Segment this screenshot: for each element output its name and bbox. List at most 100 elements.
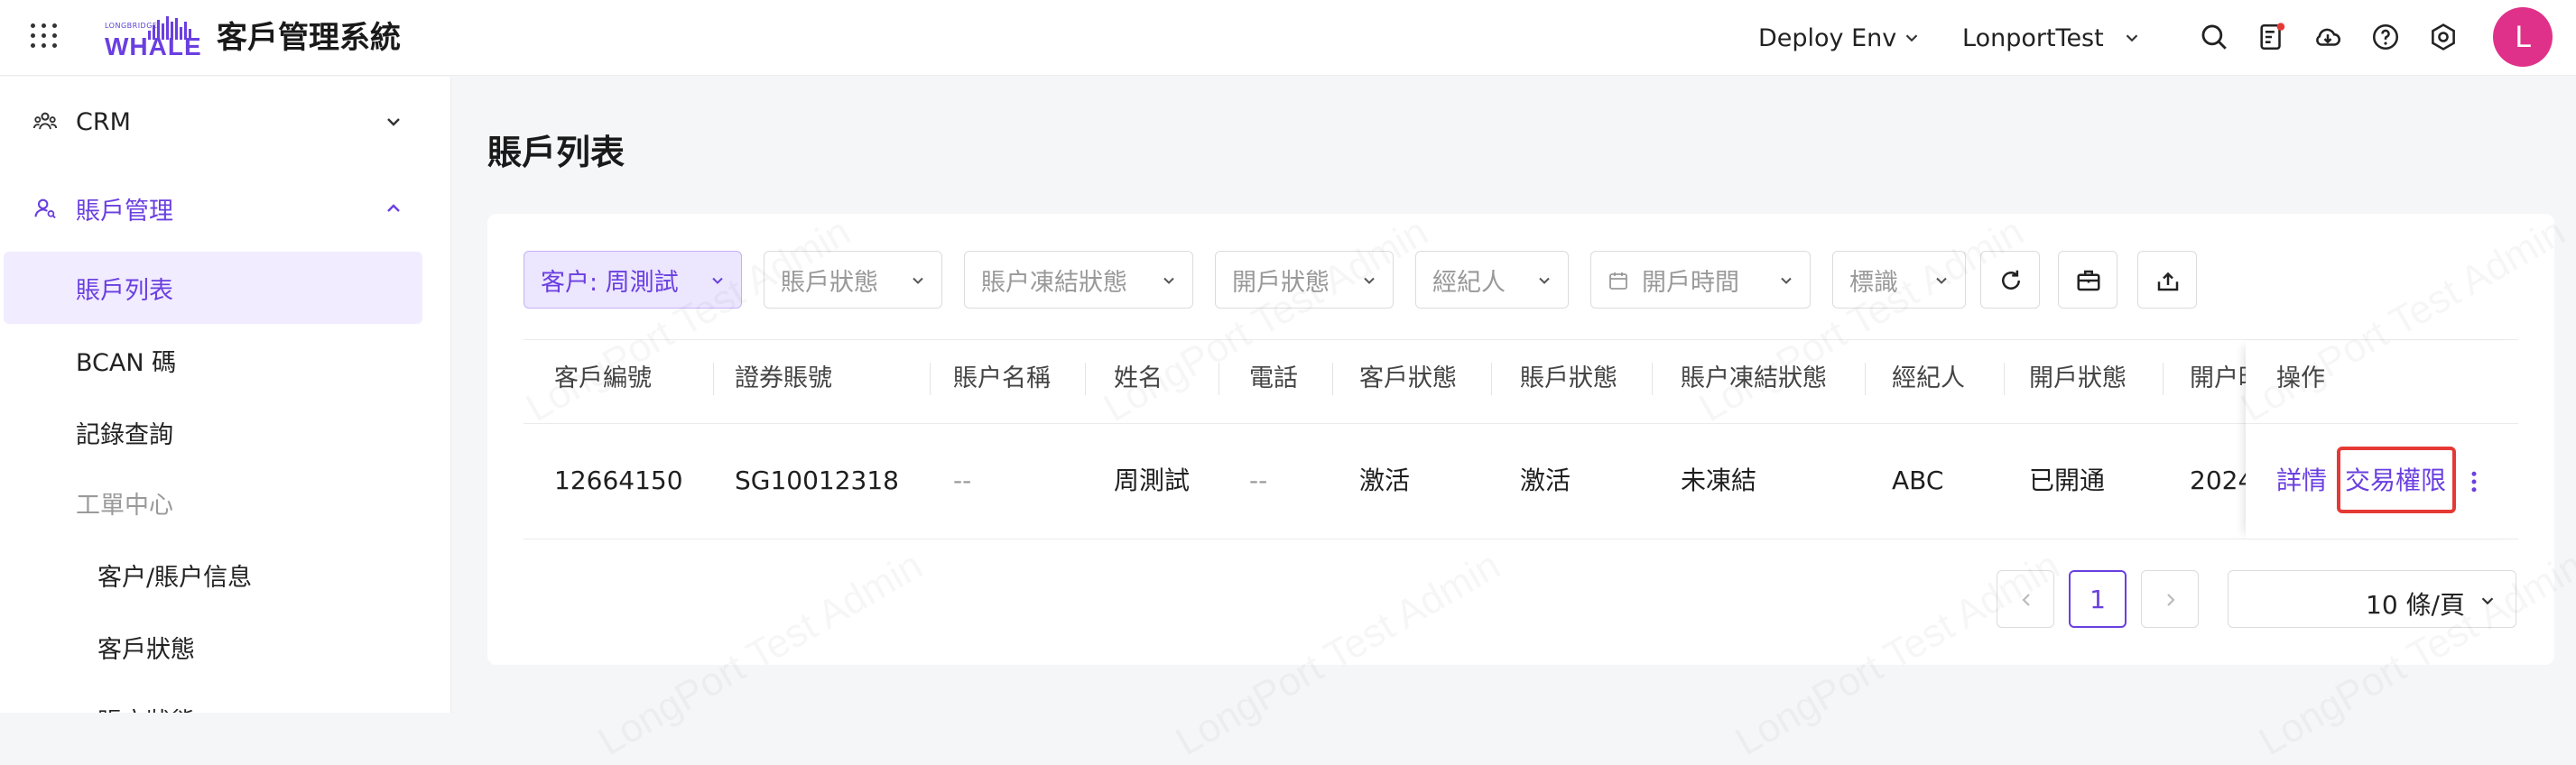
- chevron-down-icon: [913, 277, 923, 284]
- app-title: 客戶管理系統: [217, 20, 401, 56]
- sidebar-item-customer-account-info[interactable]: 客户/賬户信息: [0, 539, 424, 611]
- brand-logo[interactable]: LONGBRIDGE WHALE: [101, 13, 201, 60]
- sidebar-item-account-management[interactable]: 賬戶管理: [0, 172, 424, 244]
- column-header: 證券賬號: [735, 364, 832, 392]
- sidebar-item-ticket-center[interactable]: 工單中心: [0, 466, 424, 539]
- page-button-current[interactable]: 1: [2069, 570, 2127, 628]
- chevron-down-icon: [1163, 277, 1174, 284]
- user-search-icon: [34, 198, 56, 219]
- chevron-down-icon: [712, 277, 723, 284]
- cell-open-time: 2024: [2190, 465, 2255, 495]
- sidebar-item-label: 客戶狀態: [97, 635, 195, 664]
- export-button[interactable]: [2137, 251, 2197, 309]
- next-page-button[interactable]: [2141, 570, 2199, 628]
- sidebar-item-label: BCAN 碼: [76, 348, 177, 377]
- chevron-left-icon: [2022, 594, 2030, 606]
- chevron-down-icon: [1781, 277, 1792, 284]
- page-title: 賬戶列表: [487, 133, 625, 172]
- open-time-filter[interactable]: 開戶時間: [1590, 251, 1811, 309]
- users-icon: [32, 112, 58, 130]
- chevron-down-icon: [1539, 277, 1550, 284]
- app-grid-icon[interactable]: [27, 20, 58, 51]
- tag-filter-label: 標識: [1849, 268, 1898, 297]
- chevron-down-icon: [1364, 277, 1375, 284]
- sidebar-item-label: 賬戶列表: [76, 276, 173, 305]
- sidebar-item-customer-status[interactable]: 客戶狀態: [0, 611, 424, 683]
- open-time-filter-label: 開戶時間: [1642, 268, 1739, 297]
- column-header: 電話: [1249, 364, 1298, 392]
- column-header: 經紀人: [1892, 364, 1965, 392]
- chevron-right-icon: [2167, 594, 2175, 606]
- cell-account-name: --: [953, 465, 972, 495]
- tasks-icon[interactable]: [2256, 22, 2287, 52]
- tag-filter[interactable]: 標識: [1832, 251, 1966, 309]
- highlight-box: [2337, 447, 2456, 513]
- column-header: 客戶編號: [554, 364, 652, 392]
- customer-filter-label: 客户: 周測試: [541, 268, 679, 297]
- column-header: 賬戶狀態: [1520, 364, 1617, 392]
- cell-broker: ABC: [1892, 465, 1944, 495]
- open-status-filter[interactable]: 開戶狀態: [1215, 251, 1394, 309]
- search-icon[interactable]: [2199, 22, 2229, 52]
- prev-page-button[interactable]: [1997, 570, 2054, 628]
- chevron-up-icon: [387, 204, 400, 212]
- calendar-icon: [1609, 272, 1627, 290]
- avatar[interactable]: L: [2493, 7, 2553, 67]
- broker-filter-label: 經紀人: [1432, 268, 1506, 297]
- page-size-select[interactable]: 10 條/頁: [2228, 570, 2516, 628]
- deploy-env-dropdown[interactable]: Deploy Env: [1758, 0, 1922, 76]
- chevron-down-icon: [387, 118, 400, 126]
- sidebar-item-crm[interactable]: CRM: [0, 86, 424, 158]
- org-label: LonportTest: [1962, 23, 2104, 52]
- account-status-filter[interactable]: 賬戶狀態: [764, 251, 942, 309]
- toolbox-icon: [2077, 270, 2100, 291]
- sidebar-item-label: 賬戶管理: [76, 197, 173, 226]
- column-header: 操作: [2276, 364, 2325, 392]
- cell-customer-id: 12664150: [554, 465, 683, 495]
- freeze-status-filter[interactable]: 賬户凍結狀態: [964, 251, 1193, 309]
- cell-customer-status: 激活: [1359, 465, 1411, 495]
- customer-filter[interactable]: 客户: 周測試: [524, 251, 742, 309]
- deploy-env-label: Deploy Env: [1758, 23, 1897, 52]
- account-status-filter-label: 賬戶狀態: [781, 268, 878, 297]
- sidebar-item-account-status[interactable]: 賬户狀態: [0, 683, 424, 714]
- export-icon: [2157, 272, 2179, 291]
- cell-open-status: 已開通: [2029, 465, 2106, 495]
- column-header: 開戶狀態: [2029, 364, 2127, 392]
- freeze-status-filter-label: 賬户凍結狀態: [981, 268, 1127, 297]
- cell-account-status: 激活: [1520, 465, 1571, 495]
- cell-phone: --: [1249, 465, 1268, 495]
- page-size-label: 10 條/頁: [2366, 590, 2465, 620]
- sidebar-item-label: 記錄查詢: [76, 420, 173, 449]
- sidebar-item-record-query[interactable]: 記錄查詢: [0, 396, 424, 468]
- cell-name: 周測試: [1114, 465, 1191, 495]
- cell-securities-account: SG10012318: [735, 465, 899, 495]
- download-icon[interactable]: [2312, 22, 2343, 52]
- chevron-down-icon: [2126, 34, 2137, 42]
- column-header: 客戶狀態: [1359, 364, 1457, 392]
- sidebar: CRM 賬戶管理 賬戶列表 BCAN 碼 記錄查詢 工單中心 客户/賬户信息 客…: [0, 77, 451, 713]
- more-icon[interactable]: [2466, 468, 2482, 495]
- help-icon[interactable]: [2370, 22, 2401, 52]
- chevron-down-icon: [2481, 597, 2494, 605]
- refresh-button[interactable]: [1980, 251, 2040, 309]
- sidebar-item-bcan-code[interactable]: BCAN 碼: [0, 324, 424, 396]
- top-bar: LONGBRIDGE WHALE 客戶管理系統 Deploy Env Lonpo…: [0, 0, 2576, 76]
- column-header: 賬户凍結狀態: [1681, 364, 1827, 392]
- column-header: 姓名: [1114, 364, 1163, 392]
- broker-filter[interactable]: 經紀人: [1415, 251, 1569, 309]
- sidebar-item-label: 賬户狀態: [97, 702, 195, 714]
- column-header: 賬户名稱: [953, 364, 1051, 392]
- sidebar-item-label: 工單中心: [76, 491, 173, 520]
- sidebar-item-label: CRM: [76, 107, 131, 136]
- refresh-icon: [2002, 270, 2020, 290]
- sidebar-item-account-list[interactable]: 賬戶列表: [4, 252, 422, 324]
- settings-icon[interactable]: [2428, 22, 2459, 52]
- details-link[interactable]: 詳情: [2276, 460, 2327, 502]
- sidebar-item-label: 客户/賬户信息: [97, 563, 253, 592]
- cell-freeze-status: 未凍結: [1681, 465, 1757, 495]
- open-status-filter-label: 開戶狀態: [1232, 268, 1330, 297]
- toolbox-button[interactable]: [2058, 251, 2117, 309]
- org-dropdown[interactable]: LonportTest: [1962, 0, 2142, 76]
- chevron-down-icon: [1936, 277, 1947, 284]
